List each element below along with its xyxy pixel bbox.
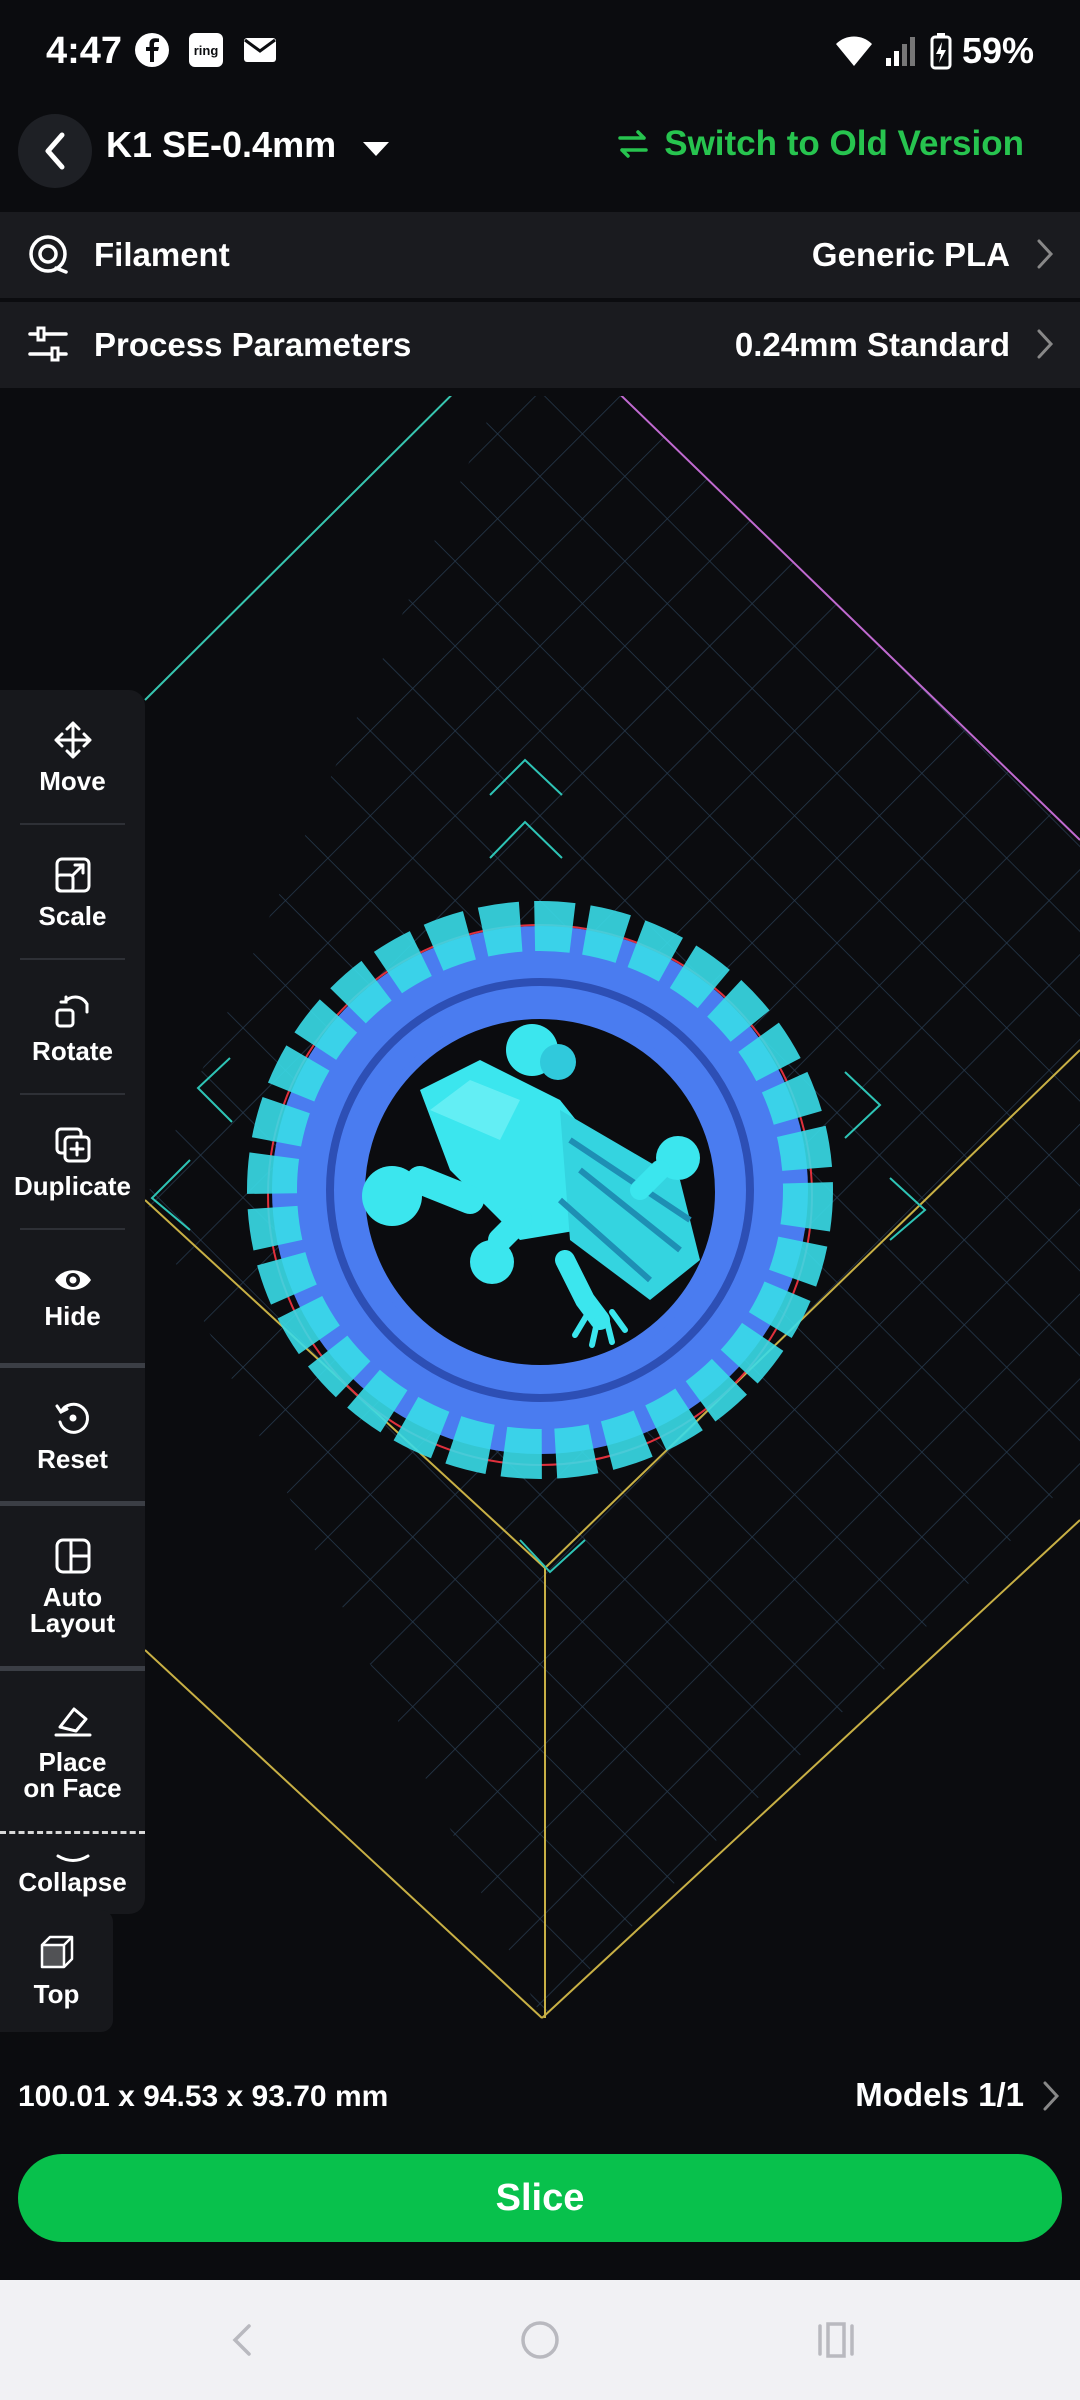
switch-old-version-label: Switch to Old Version: [664, 124, 1024, 163]
auto-layout-label: Auto Layout: [30, 1584, 115, 1636]
swap-arrows-icon: [618, 130, 648, 158]
dropdown-caret-icon[interactable]: [360, 138, 392, 160]
top-view-label: Top: [33, 1978, 80, 2009]
scale-icon: [55, 857, 90, 892]
signal-icon: [885, 37, 915, 66]
3d-viewport[interactable]: [0, 311, 1080, 2036]
hide-label: Hide: [44, 1300, 101, 1331]
duplicate-label: Duplicate: [13, 1170, 132, 1201]
sliders-icon: [28, 326, 68, 362]
scale-tool[interactable]: Scale: [20, 825, 125, 960]
ring-icon: ring: [189, 33, 223, 67]
home-nav-icon: [521, 2321, 559, 2359]
move-icon: [54, 721, 91, 758]
collapse-chevron-icon: [56, 1854, 89, 1862]
duplicate-icon: [55, 1127, 90, 1162]
process-value: 0.24mm Standard: [734, 326, 1010, 363]
hide-tool[interactable]: Hide: [0, 1230, 145, 1368]
facebook-icon: [135, 33, 169, 67]
collapse-button[interactable]: Collapse: [0, 1834, 145, 1914]
filament-row[interactable]: Filament Generic PLA: [0, 212, 1080, 298]
place-on-face-icon: [54, 1707, 91, 1737]
rotate-icon: [55, 995, 88, 1027]
status-time: 4:47: [46, 30, 123, 72]
place-on-face-label-line2: on Face: [23, 1773, 122, 1803]
scale-label: Scale: [38, 900, 107, 931]
filament-value: Generic PLA: [811, 236, 1010, 273]
chevron-right-icon: [1037, 239, 1054, 269]
move-label: Move: [39, 765, 106, 796]
collapse-label: Collapse: [18, 1867, 127, 1897]
battery-charging-icon: [930, 33, 952, 70]
slice-button[interactable]: Slice: [18, 2154, 1062, 2242]
place-on-face-label: Place on Face: [23, 1749, 121, 1801]
auto-layout-tool[interactable]: Auto Layout: [0, 1506, 145, 1671]
back-button[interactable]: [18, 114, 92, 188]
notification-icons: ring: [134, 32, 278, 68]
system-nav-bar: [0, 2280, 1080, 2400]
process-label: Process Parameters: [94, 326, 412, 363]
wifi-icon: [835, 36, 872, 66]
status-bar: 4:47 ring 59%: [0, 0, 1080, 104]
rotate-tool[interactable]: Rotate: [20, 960, 125, 1095]
filament-spool-icon: [29, 235, 68, 274]
build-plate-scene: [144, 311, 1080, 2019]
chevron-right-icon[interactable]: [1042, 2080, 1060, 2112]
chevron-left-icon: [45, 132, 65, 170]
printer-name[interactable]: K1 SE-0.4mm: [106, 124, 336, 166]
eye-icon: [54, 1269, 91, 1290]
nav-recents-button[interactable]: [806, 2310, 866, 2370]
reset-label: Reset: [37, 1443, 108, 1474]
process-parameters-row[interactable]: Process Parameters 0.24mm Standard: [0, 302, 1080, 388]
chevron-right-icon: [1037, 329, 1054, 359]
top-bar: K1 SE-0.4mm Switch to Old Version: [0, 104, 1080, 208]
duplicate-tool[interactable]: Duplicate: [14, 1095, 131, 1230]
recents-nav-icon: [818, 2322, 854, 2358]
filament-label: Filament: [94, 236, 230, 273]
reset-icon: [55, 1402, 89, 1434]
edit-toolbar: Move Scale Rotate Duplicate Hide Reset A…: [0, 690, 145, 1914]
cube-view-icon: [40, 1935, 73, 1968]
move-tool[interactable]: Move: [20, 690, 125, 825]
back-nav-icon: [232, 2324, 251, 2356]
model-dimensions: 100.01 x 94.53 x 93.70 mm: [18, 2080, 389, 2113]
rotate-label: Rotate: [32, 1035, 113, 1066]
nav-home-button[interactable]: [510, 2310, 570, 2370]
battery-percent: 59%: [961, 30, 1034, 71]
auto-layout-icon: [55, 1538, 90, 1574]
auto-layout-label-line2: Layout: [29, 1608, 116, 1638]
svg-text:ring: ring: [194, 43, 219, 58]
gmail-icon: [244, 38, 276, 62]
top-view-button[interactable]: Top: [0, 1910, 113, 2032]
models-count[interactable]: Models 1/1: [855, 2076, 1024, 2114]
switch-old-version-link[interactable]: Switch to Old Version: [616, 124, 1024, 164]
reset-tool[interactable]: Reset: [0, 1368, 145, 1506]
status-right: 59%: [834, 30, 1034, 72]
place-on-face-tool[interactable]: Place on Face: [0, 1671, 145, 1834]
nav-back-button[interactable]: [212, 2310, 272, 2370]
